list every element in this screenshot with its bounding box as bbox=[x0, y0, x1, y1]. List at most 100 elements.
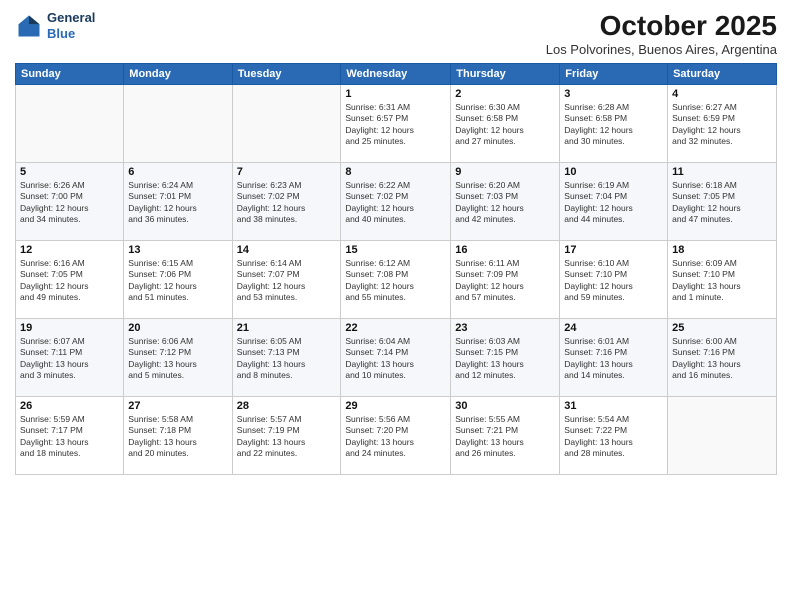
logo-icon bbox=[15, 12, 43, 40]
day-number: 14 bbox=[237, 244, 337, 256]
day-number: 17 bbox=[564, 244, 663, 256]
calendar-cell-5-4: 29 Sunrise: 5:56 AMSunset: 7:20 PMDayligh… bbox=[341, 397, 451, 475]
day-number: 13 bbox=[128, 244, 227, 256]
calendar-cell-3-3: 14 Sunrise: 6:14 AMSunset: 7:07 PMDayligh… bbox=[232, 241, 341, 319]
day-number: 26 bbox=[20, 400, 119, 412]
weekday-monday: Monday bbox=[124, 64, 232, 85]
calendar-cell-5-5: 30 Sunrise: 5:55 AMSunset: 7:21 PMDayligh… bbox=[451, 397, 560, 475]
calendar-cell-4-7: 25 Sunrise: 6:00 AMSunset: 7:16 PMDayligh… bbox=[668, 319, 777, 397]
calendar-cell-3-5: 16 Sunrise: 6:11 AMSunset: 7:09 PMDayligh… bbox=[451, 241, 560, 319]
weekday-sunday: Sunday bbox=[16, 64, 124, 85]
cell-info: Sunrise: 6:24 AMSunset: 7:01 PMDaylight:… bbox=[128, 180, 227, 226]
calendar-body: 1Sunrise: 6:31 AMSunset: 6:57 PMDaylight… bbox=[16, 85, 777, 475]
cell-info: Sunrise: 5:55 AMSunset: 7:21 PMDaylight:… bbox=[455, 414, 555, 460]
cell-info: Sunrise: 6:10 AMSunset: 7:10 PMDaylight:… bbox=[564, 258, 663, 304]
weekday-header-row: SundayMondayTuesdayWednesdayThursdayFrid… bbox=[16, 64, 777, 85]
day-number: 20 bbox=[128, 322, 227, 334]
day-number: 11 bbox=[672, 166, 772, 178]
day-number: 6 bbox=[128, 166, 227, 178]
cell-info: Sunrise: 5:57 AMSunset: 7:19 PMDaylight:… bbox=[237, 414, 337, 460]
calendar-cell-5-6: 31Sunrise: 5:54 AMSunset: 7:22 PMDayligh… bbox=[560, 397, 668, 475]
cell-info: Sunrise: 6:14 AMSunset: 7:07 PMDaylight:… bbox=[237, 258, 337, 304]
cell-info: Sunrise: 5:56 AMSunset: 7:20 PMDaylight:… bbox=[345, 414, 446, 460]
cell-info: Sunrise: 6:26 AMSunset: 7:00 PMDaylight:… bbox=[20, 180, 119, 226]
calendar-cell-1-1 bbox=[16, 85, 124, 163]
calendar-cell-5-7 bbox=[668, 397, 777, 475]
logo-blue: Blue bbox=[47, 26, 95, 42]
calendar-cell-3-2: 13 Sunrise: 6:15 AMSunset: 7:06 PMDayligh… bbox=[124, 241, 232, 319]
cell-info: Sunrise: 6:18 AMSunset: 7:05 PMDaylight:… bbox=[672, 180, 772, 226]
calendar-cell-5-3: 28 Sunrise: 5:57 AMSunset: 7:19 PMDayligh… bbox=[232, 397, 341, 475]
weekday-tuesday: Tuesday bbox=[232, 64, 341, 85]
day-number: 3 bbox=[564, 88, 663, 100]
day-number: 4 bbox=[672, 88, 772, 100]
logo: General Blue bbox=[15, 10, 95, 41]
cell-info: Sunrise: 6:19 AMSunset: 7:04 PMDaylight:… bbox=[564, 180, 663, 226]
cell-info: Sunrise: 6:23 AMSunset: 7:02 PMDaylight:… bbox=[237, 180, 337, 226]
day-number: 27 bbox=[128, 400, 227, 412]
calendar-cell-2-6: 10 Sunrise: 6:19 AMSunset: 7:04 PMDayligh… bbox=[560, 163, 668, 241]
cell-info: Sunrise: 6:06 AMSunset: 7:12 PMDaylight:… bbox=[128, 336, 227, 382]
calendar-cell-4-1: 19 Sunrise: 6:07 AMSunset: 7:11 PMDayligh… bbox=[16, 319, 124, 397]
day-number: 18 bbox=[672, 244, 772, 256]
calendar-table: SundayMondayTuesdayWednesdayThursdayFrid… bbox=[15, 63, 777, 475]
day-number: 9 bbox=[455, 166, 555, 178]
cell-info: Sunrise: 6:01 AMSunset: 7:16 PMDaylight:… bbox=[564, 336, 663, 382]
cell-info: Sunrise: 6:15 AMSunset: 7:06 PMDaylight:… bbox=[128, 258, 227, 304]
day-number: 30 bbox=[455, 400, 555, 412]
day-number: 19 bbox=[20, 322, 119, 334]
cell-info: Sunrise: 6:30 AMSunset: 6:58 PMDaylight:… bbox=[455, 102, 555, 148]
calendar-cell-3-7: 18 Sunrise: 6:09 AMSunset: 7:10 PMDayligh… bbox=[668, 241, 777, 319]
day-number: 21 bbox=[237, 322, 337, 334]
cell-info: Sunrise: 5:58 AMSunset: 7:18 PMDaylight:… bbox=[128, 414, 227, 460]
calendar-cell-4-5: 23 Sunrise: 6:03 AMSunset: 7:15 PMDayligh… bbox=[451, 319, 560, 397]
calendar-cell-2-5: 9 Sunrise: 6:20 AMSunset: 7:03 PMDaylight… bbox=[451, 163, 560, 241]
day-number: 5 bbox=[20, 166, 119, 178]
weekday-thursday: Thursday bbox=[451, 64, 560, 85]
calendar-cell-1-6: 3Sunrise: 6:28 AMSunset: 6:58 PMDaylight… bbox=[560, 85, 668, 163]
cell-info: Sunrise: 6:11 AMSunset: 7:09 PMDaylight:… bbox=[455, 258, 555, 304]
calendar-cell-3-6: 17 Sunrise: 6:10 AMSunset: 7:10 PMDayligh… bbox=[560, 241, 668, 319]
day-number: 8 bbox=[345, 166, 446, 178]
day-number: 2 bbox=[455, 88, 555, 100]
cell-info: Sunrise: 6:20 AMSunset: 7:03 PMDaylight:… bbox=[455, 180, 555, 226]
logo-general: General bbox=[47, 10, 95, 26]
cell-info: Sunrise: 6:03 AMSunset: 7:15 PMDaylight:… bbox=[455, 336, 555, 382]
calendar-cell-4-3: 21 Sunrise: 6:05 AMSunset: 7:13 PMDayligh… bbox=[232, 319, 341, 397]
cell-info: Sunrise: 6:00 AMSunset: 7:16 PMDaylight:… bbox=[672, 336, 772, 382]
calendar-week-2: 5 Sunrise: 6:26 AMSunset: 7:00 PMDaylight… bbox=[16, 163, 777, 241]
cell-info: Sunrise: 6:31 AMSunset: 6:57 PMDaylight:… bbox=[345, 102, 446, 148]
calendar-cell-1-7: 4 Sunrise: 6:27 AMSunset: 6:59 PMDaylight… bbox=[668, 85, 777, 163]
title-block: October 2025 Los Polvorines, Buenos Aire… bbox=[546, 10, 777, 57]
calendar-cell-2-7: 11 Sunrise: 6:18 AMSunset: 7:05 PMDayligh… bbox=[668, 163, 777, 241]
calendar-week-5: 26Sunrise: 5:59 AMSunset: 7:17 PMDayligh… bbox=[16, 397, 777, 475]
calendar-week-3: 12Sunrise: 6:16 AMSunset: 7:05 PMDayligh… bbox=[16, 241, 777, 319]
month-title: October 2025 bbox=[546, 10, 777, 42]
cell-info: Sunrise: 6:27 AMSunset: 6:59 PMDaylight:… bbox=[672, 102, 772, 148]
day-number: 22 bbox=[345, 322, 446, 334]
page-header: General Blue October 2025 Los Polvorines… bbox=[15, 10, 777, 57]
cell-info: Sunrise: 6:07 AMSunset: 7:11 PMDaylight:… bbox=[20, 336, 119, 382]
day-number: 29 bbox=[345, 400, 446, 412]
calendar-cell-2-1: 5 Sunrise: 6:26 AMSunset: 7:00 PMDaylight… bbox=[16, 163, 124, 241]
day-number: 16 bbox=[455, 244, 555, 256]
calendar-cell-1-2 bbox=[124, 85, 232, 163]
day-number: 23 bbox=[455, 322, 555, 334]
cell-info: Sunrise: 6:09 AMSunset: 7:10 PMDaylight:… bbox=[672, 258, 772, 304]
day-number: 25 bbox=[672, 322, 772, 334]
calendar-cell-2-4: 8 Sunrise: 6:22 AMSunset: 7:02 PMDaylight… bbox=[341, 163, 451, 241]
cell-info: Sunrise: 6:04 AMSunset: 7:14 PMDaylight:… bbox=[345, 336, 446, 382]
calendar-cell-5-2: 27 Sunrise: 5:58 AMSunset: 7:18 PMDayligh… bbox=[124, 397, 232, 475]
cell-info: Sunrise: 6:22 AMSunset: 7:02 PMDaylight:… bbox=[345, 180, 446, 226]
calendar-cell-1-4: 1Sunrise: 6:31 AMSunset: 6:57 PMDaylight… bbox=[341, 85, 451, 163]
calendar-cell-1-3 bbox=[232, 85, 341, 163]
calendar-week-4: 19 Sunrise: 6:07 AMSunset: 7:11 PMDayligh… bbox=[16, 319, 777, 397]
calendar-cell-4-2: 20 Sunrise: 6:06 AMSunset: 7:12 PMDayligh… bbox=[124, 319, 232, 397]
day-number: 10 bbox=[564, 166, 663, 178]
day-number: 28 bbox=[237, 400, 337, 412]
calendar-week-1: 1Sunrise: 6:31 AMSunset: 6:57 PMDaylight… bbox=[16, 85, 777, 163]
cell-info: Sunrise: 6:16 AMSunset: 7:05 PMDaylight:… bbox=[20, 258, 119, 304]
calendar-cell-3-4: 15Sunrise: 6:12 AMSunset: 7:08 PMDayligh… bbox=[341, 241, 451, 319]
day-number: 24 bbox=[564, 322, 663, 334]
cell-info: Sunrise: 6:05 AMSunset: 7:13 PMDaylight:… bbox=[237, 336, 337, 382]
